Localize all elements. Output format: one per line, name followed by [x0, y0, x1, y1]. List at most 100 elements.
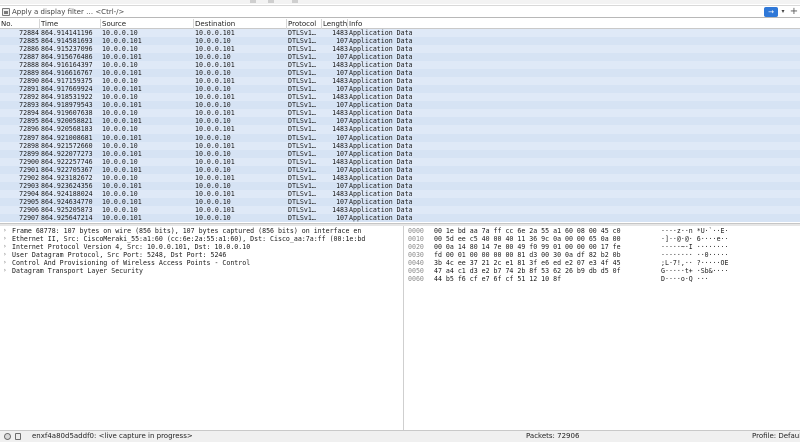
packet-protocol: DTLSv1…: [288, 165, 316, 174]
expand-arrow-icon[interactable]: ›: [3, 235, 9, 243]
bookmark-icon[interactable]: [2, 8, 10, 16]
toolbar-edge: [292, 0, 298, 3]
packet-source: 10.0.0.10: [102, 109, 138, 118]
detail-tree-item[interactable]: › Ethernet II, Src: CiscoMeraki_55:a1:60 …: [0, 235, 403, 243]
packet-row[interactable]: 72891 864.917669924 10.0.0.101 10.0.0.10 DTL…: [0, 85, 800, 94]
packet-destination: 10.0.0.101: [195, 125, 235, 134]
detail-tree-label: Internet Protocol Version 4, Src: 10.0.0…: [12, 243, 251, 251]
packet-row[interactable]: 72906 864.925205873 10.0.0.10 10.0.0.101 DTL…: [0, 206, 800, 214]
column-header-protocol[interactable]: Protocol: [287, 19, 322, 29]
bytes-row[interactable]: 0020 00 0a 14 80 14 7e 00 49 f0 99 01 00 …: [406, 243, 800, 251]
packet-row[interactable]: 72884 864.914141196 10.0.0.10 10.0.0.101 DTL…: [0, 29, 800, 37]
packet-row[interactable]: 72896 864.920568183 10.0.0.10 10.0.0.101 DTL…: [0, 125, 800, 133]
packet-row[interactable]: 72904 864.924188024 10.0.0.10 10.0.0.101 DTL…: [0, 190, 800, 198]
bytes-row[interactable]: 0060 44 b5 f6 cf e7 6f cf 51 12 10 8f D···…: [406, 275, 800, 283]
packet-source: 10.0.0.101: [102, 197, 142, 206]
detail-tree-label: User Datagram Protocol, Src Port: 5248, …: [12, 251, 227, 259]
detail-tree-label: Ethernet II, Src: CiscoMeraki_55:a1:60 (…: [12, 235, 366, 243]
packet-row[interactable]: 72901 864.922705367 10.0.0.101 10.0.0.10 DTL…: [0, 165, 800, 174]
packet-source: 10.0.0.101: [102, 37, 142, 46]
packet-destination: 10.0.0.10: [195, 37, 231, 46]
packet-row[interactable]: 72903 864.923624356 10.0.0.101 10.0.0.10 DTL…: [0, 181, 800, 190]
bytes-row[interactable]: 0050 47 a4 c1 d3 e2 b7 74 2b 8f 53 62 26 …: [406, 267, 800, 275]
packet-time: 864.917669924: [41, 85, 93, 94]
packet-row[interactable]: 72907 864.925647214 10.0.0.101 10.0.0.10 DTL…: [0, 213, 800, 222]
byte-ascii: ····z··n *U·`··E·: [661, 227, 729, 235]
bytes-row[interactable]: 0040 3b 4c ee 37 21 2c e1 81 3f e6 ed e2 …: [406, 259, 800, 267]
packet-row[interactable]: 72900 864.922257746 10.0.0.10 10.0.0.101 DTL…: [0, 158, 800, 166]
packet-number: 72897: [19, 133, 39, 142]
packet-info: Application Data: [349, 133, 413, 142]
packet-rows: 72884 864.914141196 10.0.0.10 10.0.0.101 DTL…: [0, 29, 800, 222]
packet-info: Application Data: [349, 125, 413, 134]
packet-source: 10.0.0.10: [102, 125, 138, 134]
packet-row[interactable]: 72905 864.924634770 10.0.0.101 10.0.0.10 DTL…: [0, 197, 800, 206]
packet-source: 10.0.0.101: [102, 181, 142, 190]
packet-info: Application Data: [349, 53, 413, 62]
capture-status: enxf4a80d5addf0: <live capture in progre…: [32, 432, 193, 440]
detail-tree-item[interactable]: › Datagram Transport Layer Security: [0, 267, 403, 275]
packet-info: Application Data: [349, 45, 413, 54]
packet-row[interactable]: 72892 864.918531922 10.0.0.10 10.0.0.101 DTL…: [0, 93, 800, 101]
packet-row[interactable]: 72886 864.915237096 10.0.0.10 10.0.0.101 DTL…: [0, 45, 800, 53]
packet-number: 72906: [19, 205, 39, 214]
packet-destination: 10.0.0.10: [195, 133, 231, 142]
packet-row[interactable]: 72889 864.916616767 10.0.0.101 10.0.0.10 DTL…: [0, 69, 800, 78]
packet-row[interactable]: 72890 864.917159375 10.0.0.10 10.0.0.101 DTL…: [0, 77, 800, 85]
packet-info: Application Data: [349, 69, 413, 78]
packet-number: 72893: [19, 101, 39, 110]
packet-row[interactable]: 72888 864.916164397 10.0.0.10 10.0.0.101 DTL…: [0, 61, 800, 69]
packet-row[interactable]: 72895 864.920058821 10.0.0.101 10.0.0.10 DTL…: [0, 117, 800, 126]
packet-destination: 10.0.0.10: [195, 85, 231, 94]
detail-tree-item[interactable]: › User Datagram Protocol, Src Port: 5248,…: [0, 251, 403, 259]
packet-info: Application Data: [349, 141, 413, 150]
expand-arrow-icon[interactable]: ›: [3, 267, 9, 275]
bytes-row[interactable]: 0010 00 5d ee c5 40 00 40 11 36 9c 0a 00 …: [406, 235, 800, 243]
capture-comment-icon[interactable]: [15, 433, 21, 440]
add-filter-button[interactable]: +: [789, 6, 799, 17]
profile-selector[interactable]: Profile: Default: [752, 431, 800, 442]
packet-row[interactable]: 72887 864.915676486 10.0.0.101 10.0.0.10 DTL…: [0, 53, 800, 62]
column-header-source[interactable]: Source: [101, 19, 194, 29]
expand-arrow-icon[interactable]: ›: [3, 251, 9, 259]
detail-tree-item[interactable]: › Control And Provisioning of Wireless Ac…: [0, 259, 403, 267]
status-bar: enxf4a80d5addf0: <live capture in progre…: [0, 430, 800, 442]
byte-offset: 0020: [408, 243, 424, 251]
expert-info-icon[interactable]: [4, 433, 11, 440]
packet-destination: 10.0.0.10: [195, 165, 231, 174]
packet-info: Application Data: [349, 181, 413, 190]
bytes-row[interactable]: 0030 fd 00 01 00 00 00 00 81 d3 00 30 0a …: [406, 251, 800, 259]
column-header-destination[interactable]: Destination: [194, 19, 287, 29]
packet-length: 107: [336, 117, 348, 126]
packet-destination: 10.0.0.101: [195, 205, 235, 214]
packet-destination: 10.0.0.101: [195, 157, 235, 166]
expand-arrow-icon[interactable]: ›: [3, 243, 9, 251]
packet-time: 864.917159375: [41, 77, 93, 86]
packet-row[interactable]: 72899 864.922077273 10.0.0.101 10.0.0.10 DTL…: [0, 149, 800, 158]
packet-row[interactable]: 72898 864.921572660 10.0.0.10 10.0.0.101 DTL…: [0, 142, 800, 150]
packet-length: 107: [336, 213, 348, 222]
column-header-length[interactable]: Length: [322, 19, 348, 29]
packet-row[interactable]: 72893 864.918979543 10.0.0.101 10.0.0.10 DTL…: [0, 101, 800, 110]
bytes-row[interactable]: 0000 00 1e bd aa 7a ff cc 6e 2a 55 a1 60 …: [406, 227, 800, 235]
expand-arrow-icon[interactable]: ›: [3, 227, 9, 235]
packet-source: 10.0.0.10: [102, 77, 138, 86]
column-header-no[interactable]: No.: [0, 19, 40, 29]
packet-protocol: DTLSv1…: [288, 133, 316, 142]
packet-row[interactable]: 72902 864.923182672 10.0.0.10 10.0.0.101 DTL…: [0, 174, 800, 182]
packet-info: Application Data: [349, 165, 413, 174]
apply-filter-button[interactable]: →: [764, 7, 778, 17]
packet-source: 10.0.0.10: [102, 61, 138, 70]
detail-tree-item[interactable]: › Internet Protocol Version 4, Src: 10.0.…: [0, 243, 403, 251]
byte-offset: 0010: [408, 235, 424, 243]
packet-row[interactable]: 72885 864.914581693 10.0.0.101 10.0.0.10 DTL…: [0, 37, 800, 46]
expand-arrow-icon[interactable]: ›: [3, 259, 9, 267]
detail-tree-item[interactable]: › Frame 68778: 107 bytes on wire (856 bit…: [0, 227, 403, 235]
column-header-info[interactable]: Info: [348, 19, 800, 29]
packet-protocol: DTLSv1…: [288, 205, 316, 214]
packet-row[interactable]: 72894 864.919607638 10.0.0.10 10.0.0.101 DTL…: [0, 109, 800, 117]
packet-row[interactable]: 72897 864.921008681 10.0.0.101 10.0.0.10 DTL…: [0, 133, 800, 142]
column-header-time[interactable]: Time: [40, 19, 101, 29]
display-filter-input[interactable]: Apply a display filter … <Ctrl-/>: [12, 7, 757, 17]
filter-history-dropdown[interactable]: ▾: [779, 7, 787, 17]
